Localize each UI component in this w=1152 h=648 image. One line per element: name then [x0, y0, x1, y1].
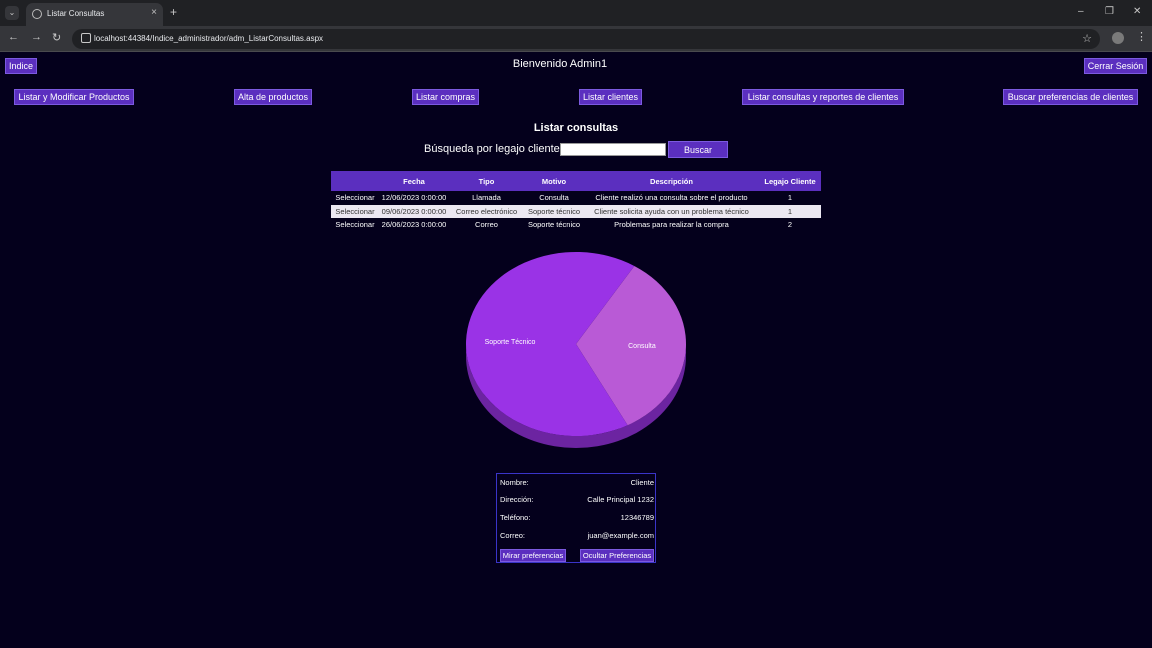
- extension-icon[interactable]: [1112, 32, 1124, 44]
- ocultar-preferencias-button[interactable]: Ocultar Preferencias: [580, 549, 654, 562]
- select-link[interactable]: Seleccionar: [335, 220, 374, 229]
- welcome-text: Bienvenido Admin1: [512, 58, 608, 70]
- page-title: Listar consultas: [533, 122, 619, 134]
- table-row: Seleccionar 09/06/2023 0:00:00 Correo el…: [331, 204, 821, 218]
- nav-buscar-preferencias[interactable]: Buscar preferencias de clientes: [1003, 89, 1138, 105]
- url-text[interactable]: localhost:44384/Indice_administrador/adm…: [94, 34, 323, 43]
- browser-menu-icon[interactable]: ⋮: [1136, 30, 1147, 43]
- browser-tab-bar: ⌄ Listar Consultas × + – ❐ ✕: [0, 0, 1152, 26]
- nav-listar-consultas[interactable]: Listar consultas y reportes de clientes: [742, 89, 904, 105]
- cell-legajo: 1: [759, 204, 821, 218]
- cell-legajo: 1: [787, 193, 793, 203]
- table-row: Seleccionar 26/06/2023 0:00:00 Correo So…: [331, 218, 821, 232]
- nav-listar-compras[interactable]: Listar compras: [412, 89, 479, 105]
- restore-icon[interactable]: ❐: [1105, 6, 1114, 17]
- forward-icon[interactable]: →: [31, 31, 42, 43]
- search-label: Búsqueda por legajo cliente: [424, 143, 560, 155]
- cell-descripcion: Cliente realizó una consulta sobre el pr…: [595, 193, 748, 203]
- col-header-fecha: Fecha: [379, 171, 449, 191]
- cell-legajo: 2: [787, 220, 793, 230]
- logout-button[interactable]: Cerrar Sesión: [1084, 58, 1147, 74]
- window-close-icon[interactable]: ✕: [1133, 6, 1141, 17]
- cell-motivo: Soporte técnico: [524, 204, 584, 218]
- nav-listar-modificar-productos[interactable]: Listar y Modificar Productos: [14, 89, 134, 105]
- reload-icon[interactable]: ↻: [52, 31, 61, 44]
- consultas-pie-chart: Consulta Soporte Técnico: [466, 251, 686, 448]
- telefono-label: Teléfono:: [500, 513, 531, 522]
- minimize-icon[interactable]: –: [1078, 6, 1084, 17]
- telefono-value: 12346789: [620, 513, 654, 522]
- nav-alta-productos[interactable]: Alta de productos: [234, 89, 312, 105]
- correo-value: juan@example.com: [587, 531, 654, 540]
- nombre-value: Cliente: [630, 478, 654, 487]
- browser-toolbar: ← → ↻ localhost:44384/Indice_administrad…: [0, 26, 1152, 52]
- col-header-select: [331, 171, 379, 191]
- col-header-legajo: Legajo Cliente: [759, 171, 821, 191]
- cell-fecha: 12/06/2023 0:00:00: [381, 193, 447, 203]
- col-header-descripcion: Descripción: [584, 171, 759, 191]
- cell-tipo: Correo: [475, 220, 498, 230]
- search-button[interactable]: Buscar: [668, 141, 728, 158]
- cell-descripcion: Cliente solicita ayuda con un problema t…: [584, 204, 759, 218]
- site-info-icon[interactable]: [81, 33, 91, 43]
- mirar-preferencias-button[interactable]: Mirar preferencias: [500, 549, 566, 562]
- consultas-table: Fecha Tipo Motivo Descripción Legajo Cli…: [331, 171, 821, 232]
- nav-listar-clientes[interactable]: Listar clientes: [579, 89, 642, 105]
- nombre-label: Nombre:: [500, 478, 529, 487]
- tab-search-icon[interactable]: ⌄: [5, 6, 19, 20]
- cell-fecha: 09/06/2023 0:00:00: [379, 204, 449, 218]
- pie-label: Consulta: [628, 343, 656, 350]
- legajo-search-input[interactable]: [560, 143, 666, 156]
- bookmark-star-icon[interactable]: ☆: [1082, 32, 1092, 45]
- globe-icon: [32, 9, 42, 19]
- cell-descripcion: Problemas para realizar la compra: [614, 220, 729, 230]
- direccion-label: Dirección:: [500, 495, 534, 504]
- tab-close-icon[interactable]: ×: [151, 7, 157, 18]
- table-row: Seleccionar 12/06/2023 0:00:00 Llamada C…: [331, 191, 821, 205]
- tab-title: Listar Consultas: [47, 9, 105, 18]
- new-tab-icon[interactable]: +: [170, 5, 177, 19]
- pie-label: Soporte Técnico: [485, 339, 536, 346]
- select-link[interactable]: Seleccionar: [335, 193, 374, 202]
- cell-fecha: 26/06/2023 0:00:00: [381, 220, 447, 230]
- table-header-row: Fecha Tipo Motivo Descripción Legajo Cli…: [331, 171, 821, 191]
- col-header-motivo: Motivo: [524, 171, 584, 191]
- correo-label: Correo:: [500, 531, 526, 540]
- cell-motivo: Soporte técnico: [527, 220, 581, 230]
- cell-motivo: Consulta: [539, 193, 569, 203]
- cell-tipo: Llamada: [472, 193, 501, 203]
- select-link[interactable]: Seleccionar: [335, 207, 374, 216]
- back-icon[interactable]: ←: [8, 31, 19, 43]
- browser-tab[interactable]: Listar Consultas ×: [26, 3, 163, 26]
- col-header-tipo: Tipo: [449, 171, 524, 191]
- address-bar[interactable]: localhost:44384/Indice_administrador/adm…: [72, 29, 1100, 49]
- direccion-value: Calle Principal 1232: [587, 495, 654, 504]
- cell-tipo: Correo electrónico: [449, 204, 524, 218]
- client-details-panel: Nombre: Cliente Dirección: Calle Princip…: [496, 473, 656, 563]
